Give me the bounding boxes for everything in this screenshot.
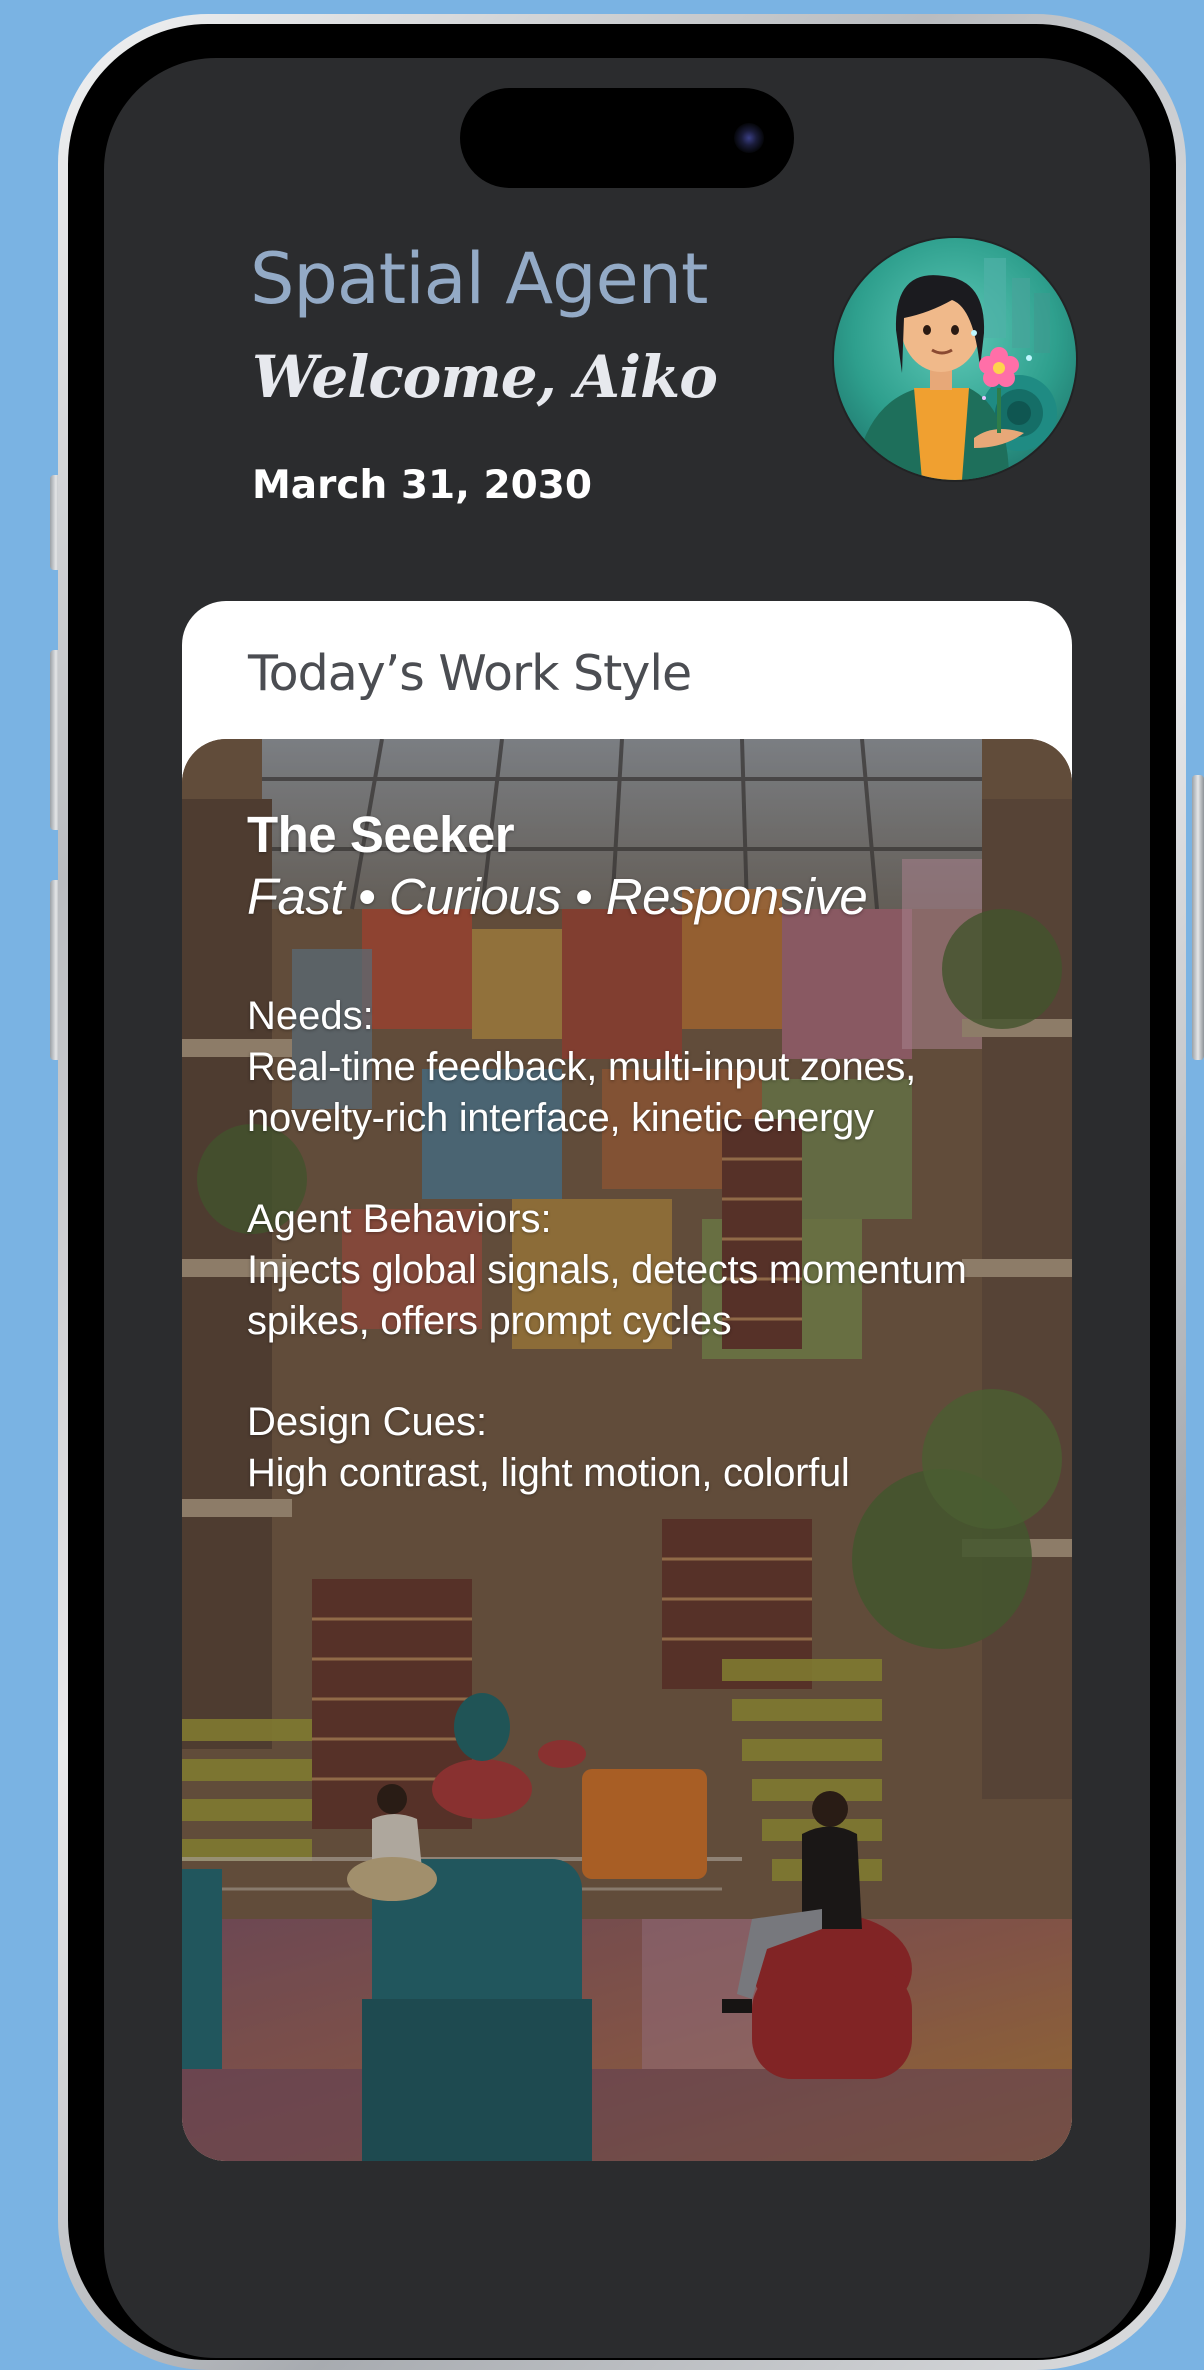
- phone-screen: Spatial Agent Welcome, Aiko March 31, 20…: [104, 58, 1150, 2358]
- agent-behaviors-label: Agent Behaviors:: [247, 1197, 552, 1241]
- card-heading: Today’s Work Style: [248, 645, 692, 702]
- persona-text: The Seeker Fast • Curious • Responsive N…: [247, 805, 1047, 1499]
- design-cues-label: Design Cues:: [247, 1400, 488, 1444]
- design-cues-line: High contrast, light motion, colorful: [247, 1451, 850, 1495]
- needs-line: Real-time feedback, multi-input zones,: [247, 1045, 916, 1089]
- dynamic-island: [460, 88, 794, 188]
- agent-behaviors-line: spikes, offers prompt cycles: [247, 1299, 732, 1343]
- app-title: Spatial Agent: [250, 238, 708, 320]
- persona-name: The Seeker: [247, 806, 515, 863]
- persona-traits: Fast • Curious • Responsive: [247, 868, 868, 925]
- work-style-card[interactable]: Today’s Work Style The Seeker Fast • Cur…: [182, 601, 1072, 2161]
- user-avatar-illustration: [834, 238, 1076, 480]
- agent-behaviors-line: Injects global signals, detects momentum: [247, 1248, 967, 1292]
- agent-behaviors-section: Agent Behaviors: Injects global signals,…: [247, 1194, 1047, 1347]
- power-button[interactable]: [1192, 775, 1204, 1060]
- needs-section: Needs: Real-time feedback, multi-input z…: [247, 991, 1047, 1144]
- needs-label: Needs:: [247, 994, 374, 1038]
- needs-line: novelty-rich interface, kinetic energy: [247, 1096, 874, 1140]
- date-label: March 31, 2030: [252, 463, 593, 508]
- user-avatar[interactable]: [834, 238, 1076, 480]
- design-cues-section: Design Cues: High contrast, light motion…: [247, 1397, 1047, 1499]
- work-style-panel: The Seeker Fast • Curious • Responsive N…: [182, 739, 1072, 2161]
- welcome-message: Welcome, Aiko: [252, 343, 718, 411]
- camera-icon: [734, 123, 764, 153]
